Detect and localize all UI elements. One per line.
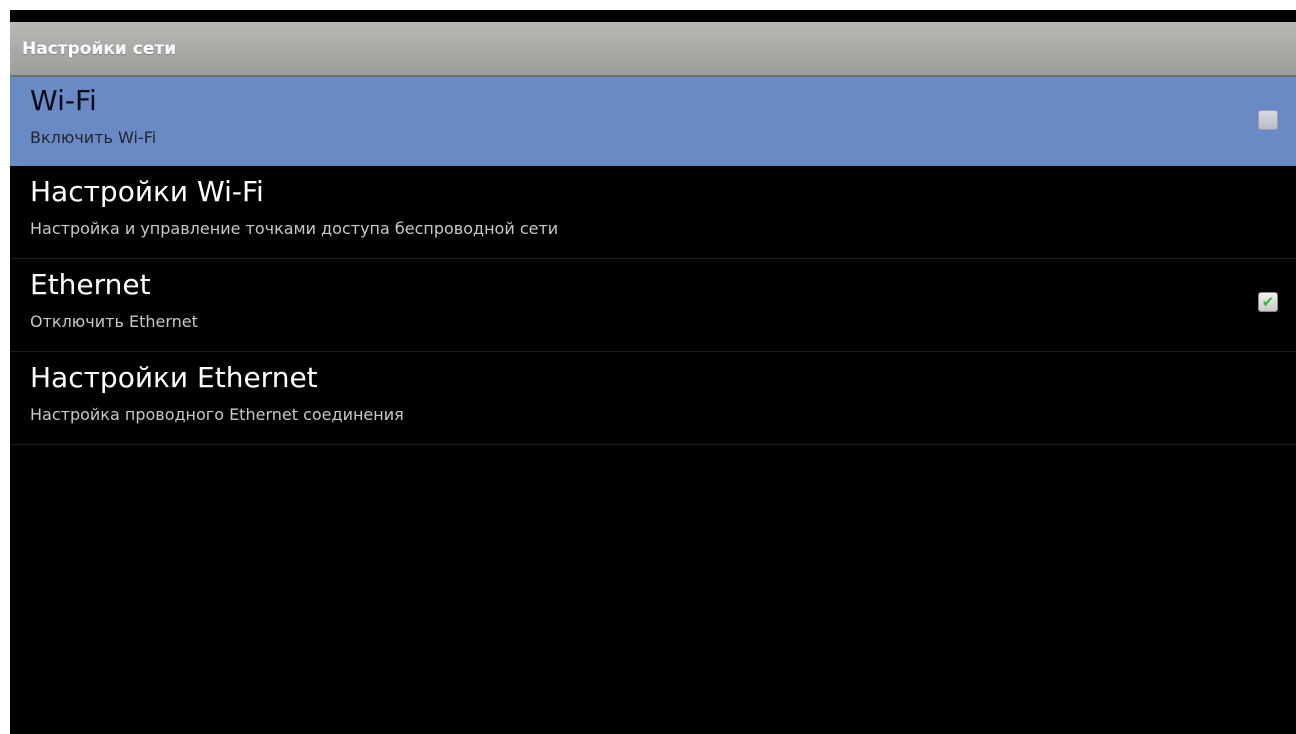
ethernet-settings-title: Настройки Ethernet: [30, 361, 318, 394]
ethernet-settings-summary: Настройка проводного Ethernet соединения: [30, 405, 404, 424]
wifi-settings-title: Настройки Wi-Fi: [30, 175, 264, 208]
wifi-settings-item[interactable]: Настройки Wi-Fi Настройка и управление т…: [10, 166, 1296, 259]
settings-screen: Настройки сети Wi-Fi Включить Wi-Fi ✔ На…: [10, 10, 1296, 734]
title-bar: Настройки сети: [10, 22, 1296, 77]
wifi-checkbox[interactable]: ✔: [1258, 110, 1278, 130]
wifi-summary: Включить Wi-Fi: [30, 128, 157, 147]
wifi-title: Wi-Fi: [30, 84, 97, 117]
wifi-preference-item[interactable]: Wi-Fi Включить Wi-Fi ✔: [10, 77, 1296, 166]
check-icon: ✔: [1261, 292, 1275, 311]
ethernet-preference-item[interactable]: Ethernet Отключить Ethernet ✔: [10, 259, 1296, 352]
ethernet-checkbox[interactable]: ✔: [1258, 292, 1278, 312]
ethernet-title: Ethernet: [30, 268, 151, 301]
ethernet-settings-item[interactable]: Настройки Ethernet Настройка проводного …: [10, 352, 1296, 445]
ethernet-summary: Отключить Ethernet: [30, 312, 198, 331]
wifi-settings-summary: Настройка и управление точками доступа б…: [30, 219, 559, 238]
page-title: Настройки сети: [22, 38, 177, 59]
preferences-list: Wi-Fi Включить Wi-Fi ✔ Настройки Wi-Fi Н…: [10, 77, 1296, 445]
check-icon: ✔: [1261, 110, 1275, 129]
